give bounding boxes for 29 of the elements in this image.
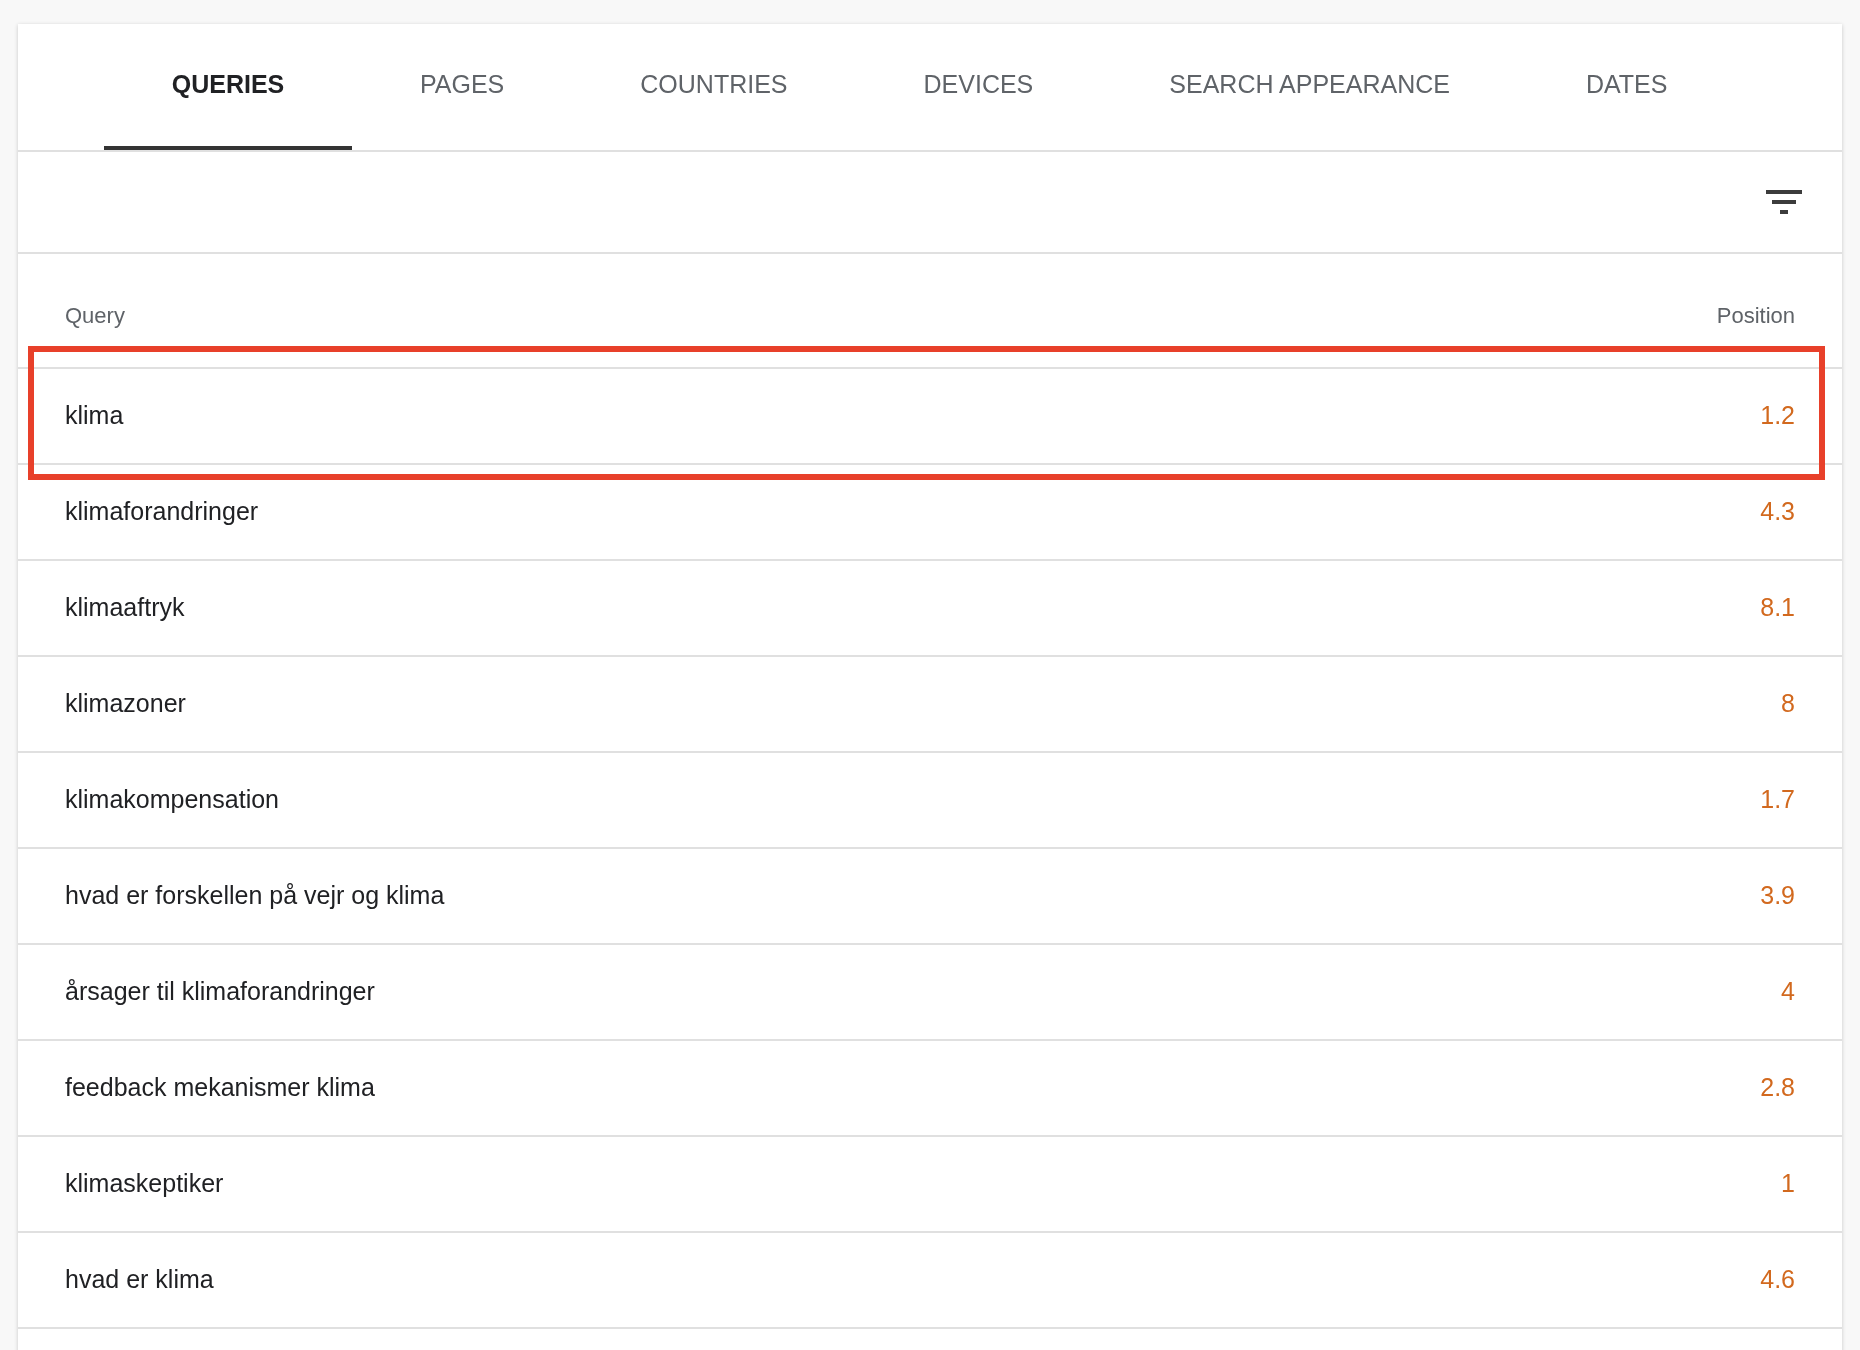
query-text: hvad er forskellen på vejr og klima — [65, 880, 445, 912]
query-text: klimaskeptiker — [65, 1168, 224, 1200]
position-value: 8.1 — [1760, 592, 1795, 624]
position-value: 4.3 — [1760, 496, 1795, 528]
column-header: Position — [1716, 302, 1795, 330]
query-text: hvad er klima — [65, 1264, 214, 1296]
tab[interactable]: DATES — [1517, 24, 1736, 150]
tab[interactable]: SEARCH APPEARANCE — [1101, 24, 1518, 150]
tab[interactable]: COUNTRIES — [572, 24, 856, 150]
position-value: 1.7 — [1760, 784, 1795, 816]
query-text: klimaforandringer — [65, 496, 259, 528]
filter-icon[interactable] — [1764, 188, 1804, 216]
position-value: 8 — [1781, 688, 1795, 720]
position-value: 1.2 — [1760, 400, 1795, 432]
position-value: 2.8 — [1760, 1072, 1795, 1104]
position-value: 1 — [1781, 1168, 1795, 1200]
position-value: 4.6 — [1760, 1264, 1795, 1296]
query-text: klimaaftryk — [65, 592, 185, 624]
query-text: klimakompensation — [65, 784, 279, 816]
position-value: 3.9 — [1760, 880, 1795, 912]
query-text: årsager til klimaforandringer — [65, 976, 375, 1008]
tab[interactable]: DEVICES — [855, 24, 1102, 150]
query-text: klimazoner — [65, 688, 186, 720]
tab[interactable]: PAGES — [352, 24, 573, 150]
column-header: Query — [65, 302, 125, 330]
tab[interactable]: QUERIES — [104, 24, 352, 150]
query-text: feedback mekanismer klima — [65, 1072, 375, 1104]
query-text: klima — [65, 400, 124, 432]
position-value: 4 — [1781, 976, 1795, 1008]
